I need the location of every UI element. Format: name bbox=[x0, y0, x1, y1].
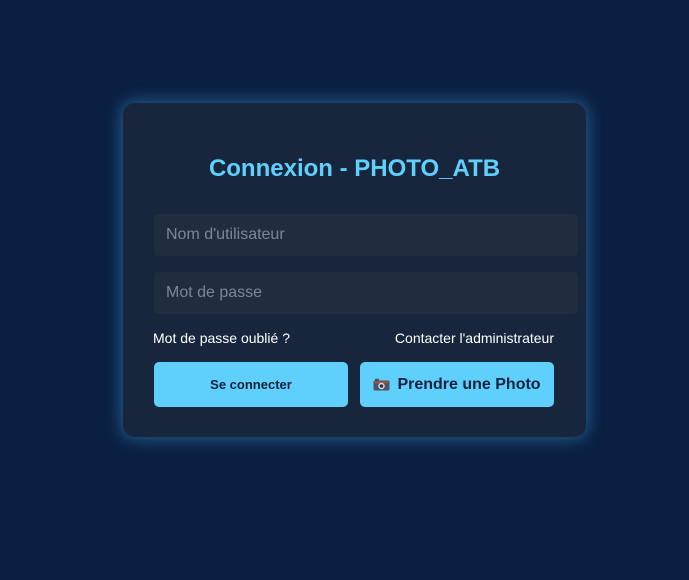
login-card: Connexion - PHOTO_ATB Mot de passe oubli… bbox=[123, 103, 586, 437]
username-field[interactable] bbox=[154, 214, 578, 256]
camera-icon bbox=[373, 378, 390, 391]
login-button-label: Se connecter bbox=[210, 377, 292, 392]
take-photo-button[interactable]: Prendre une Photo bbox=[360, 362, 554, 407]
password-field[interactable] bbox=[154, 272, 578, 314]
login-button[interactable]: Se connecter bbox=[154, 362, 348, 407]
take-photo-label: Prendre une Photo bbox=[397, 375, 541, 393]
forgot-password-link[interactable]: Mot de passe oublié ? bbox=[153, 330, 290, 346]
page-title: Connexion - PHOTO_ATB bbox=[208, 155, 501, 182]
contact-admin-link[interactable]: Contacter l'administrateur bbox=[395, 330, 554, 346]
